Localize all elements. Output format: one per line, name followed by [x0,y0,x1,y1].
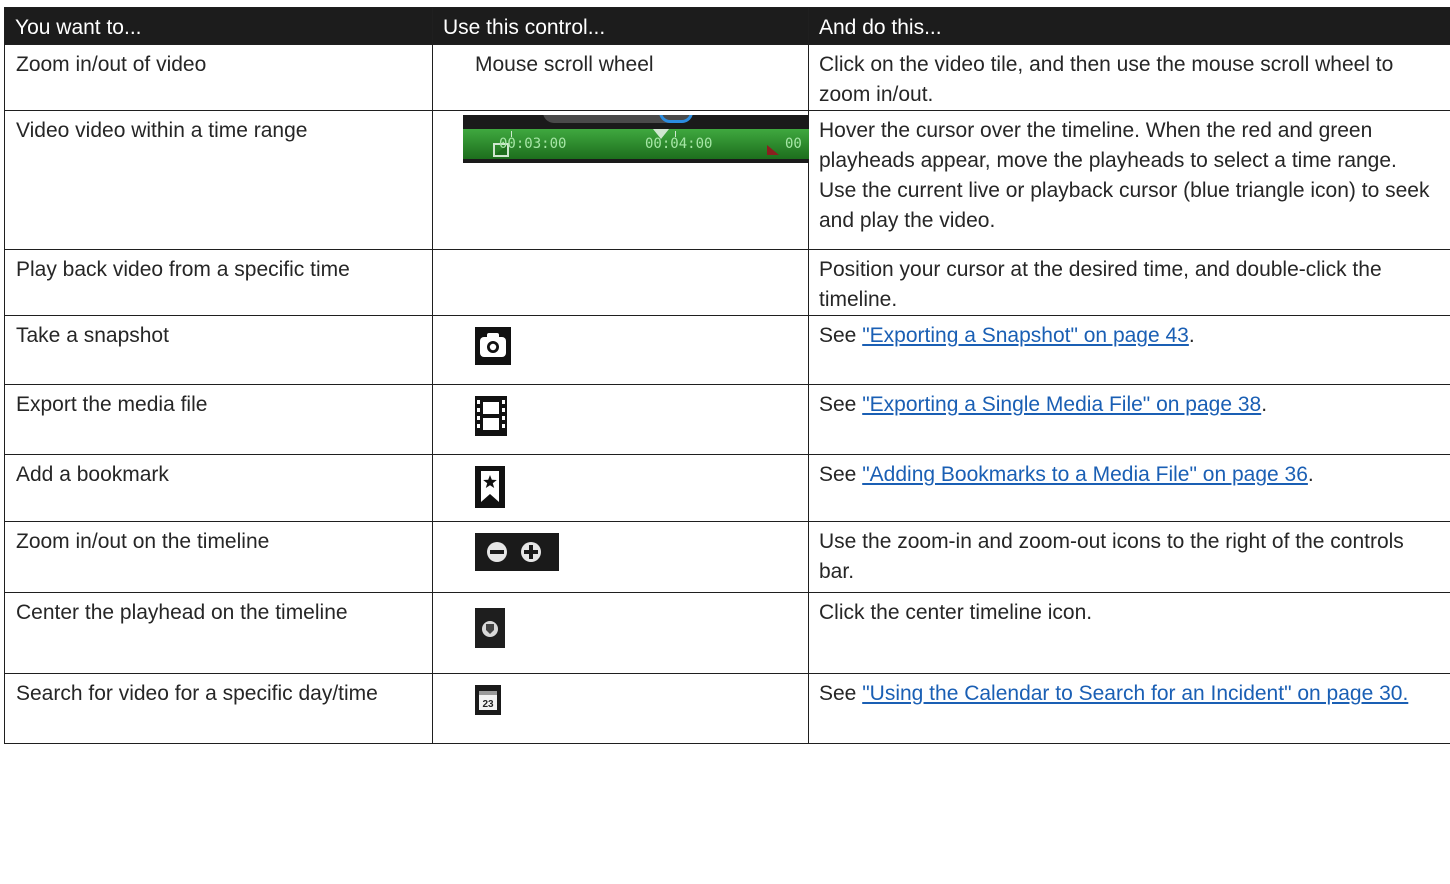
action-prefix: See [819,324,863,347]
table-row: Zoom in/out of video Mouse scroll wheel … [4,44,1450,111]
playback-cursor-knob [659,115,693,123]
timeline-label: 00:03:00 [499,136,567,152]
table-row: Add a bookmark See "Adding Bookmarks to … [4,454,1450,522]
want-cell: Zoom in/out on the timeline [4,521,433,593]
calendar-day: 23 [482,699,494,710]
control-cell: 23 [432,673,809,744]
want-cell: Zoom in/out of video [4,44,433,111]
control-cell [432,249,809,316]
want-cell: Video video within a time range [4,110,433,250]
action-cell: Position your cursor at the desired time… [808,249,1450,316]
action-suffix: . [1307,463,1314,486]
action-suffix: . [1261,393,1268,416]
table-row: Center the playhead on the timeline Clic… [4,592,1450,674]
adding-bookmarks-link[interactable]: "Adding Bookmarks to a Media File" on pa… [862,463,1308,486]
table-row: Export the media file See "Exporting a S… [4,384,1450,455]
action-cell: Hover the cursor over the timeline. When… [808,110,1450,250]
timeline-label: 00:04:00 [645,136,713,152]
want-cell: Export the media file [4,384,433,455]
film-icon [475,396,507,445]
zoom-minus-plus-icon [475,533,559,580]
table-row: Video video within a time range 00:03:00… [4,110,1450,250]
header-action: And do this... [808,7,1450,45]
timeline-range-icon: 00:03:00 00:04:00 00 [463,115,809,163]
action-cell: See "Adding Bookmarks to a Media File" o… [808,454,1450,522]
action-cell: See "Exporting a Snapshot" on page 43. [808,315,1450,385]
action-cell: Click the center timeline icon. [808,592,1450,674]
controls-table: You want to... Use this control... And d… [4,7,1450,744]
control-cell [432,454,809,522]
header-want: You want to... [4,7,433,45]
center-timeline-icon [475,608,505,657]
control-cell [432,592,809,674]
header-row: You want to... Use this control... And d… [4,7,1450,45]
want-cell: Search for video for a specific day/time [4,673,433,744]
control-cell [432,521,809,593]
calendar-search-link[interactable]: "Using the Calendar to Search for an Inc… [862,682,1408,705]
want-cell: Center the playhead on the timeline [4,592,433,674]
action-prefix: See [819,682,863,705]
red-playhead-icon [767,145,779,155]
control-cell [432,315,809,385]
table-row: Take a snapshot See "Exporting a Snapsho… [4,315,1450,385]
table-row: Search for video for a specific day/time… [4,673,1450,744]
calendar-icon: 23 [475,685,501,724]
control-cell: 00:03:00 00:04:00 00 [432,110,809,250]
action-prefix: See [819,393,863,416]
table-row: Play back video from a specific time Pos… [4,249,1450,316]
want-cell: Take a snapshot [4,315,433,385]
want-cell: Play back video from a specific time [4,249,433,316]
exporting-media-file-link[interactable]: "Exporting a Single Media File" on page … [862,393,1261,416]
exporting-snapshot-link[interactable]: "Exporting a Snapshot" on page 43 [862,324,1189,347]
control-cell: Mouse scroll wheel [432,44,809,111]
action-cell: See "Using the Calendar to Search for an… [808,673,1450,744]
header-control: Use this control... [432,7,809,45]
action-suffix: . [1188,324,1195,347]
control-cell [432,384,809,455]
table-row: Zoom in/out on the timeline Use the zoom… [4,521,1450,593]
camera-icon [475,327,511,374]
want-cell: Add a bookmark [4,454,433,522]
action-cell: See "Exporting a Single Media File" on p… [808,384,1450,455]
bookmark-icon [475,466,505,517]
timeline-label: 00 [785,136,802,152]
action-prefix: See [819,463,863,486]
action-cell: Click on the video tile, and then use th… [808,44,1450,111]
action-cell: Use the zoom-in and zoom-out icons to th… [808,521,1450,593]
